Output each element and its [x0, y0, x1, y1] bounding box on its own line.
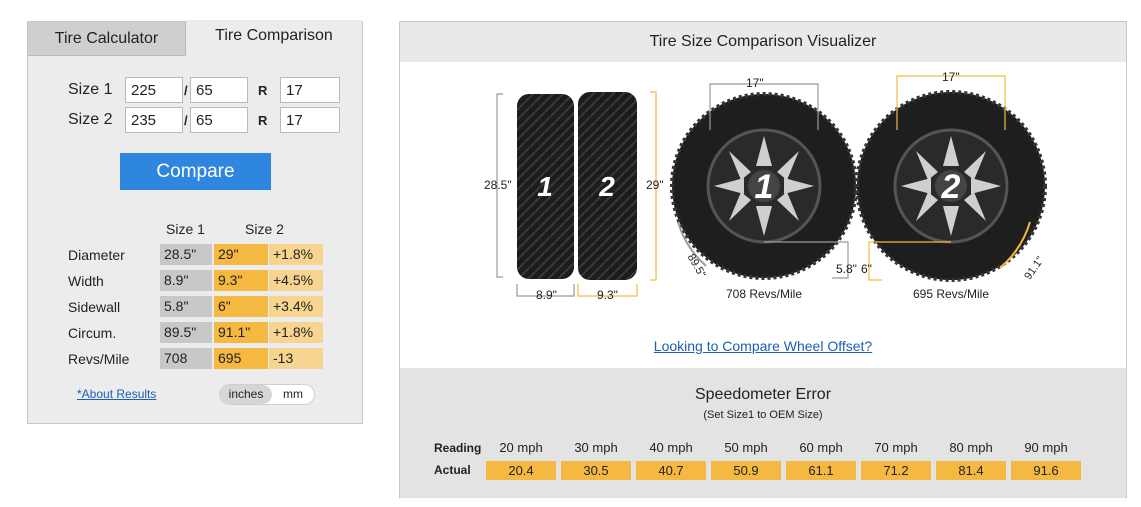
result-size1-value: 708 — [160, 348, 212, 369]
wheel2-diameter-label: 17" — [942, 70, 960, 84]
result-row-width: Width 8.9" 9.3" +4.5% — [68, 270, 328, 291]
result-label: Width — [68, 273, 104, 289]
size1-r-label: R — [258, 83, 268, 98]
tire2-circum-label: 91.1" — [1022, 254, 1046, 282]
result-size1-value: 89.5" — [160, 322, 212, 343]
reading-cell: 30 mph — [574, 440, 618, 455]
actual-cell: 40.7 — [636, 461, 706, 480]
wheel1-diameter-label: 17" — [746, 76, 764, 90]
visualizer-title: Tire Size Comparison Visualizer — [649, 33, 877, 50]
result-row-diameter: Diameter 28.5" 29" +1.8% — [68, 244, 328, 265]
result-row-sidewall: Sidewall 5.8" 6" +3.4% — [68, 296, 328, 317]
result-size2-value: 29" — [214, 244, 268, 265]
tire1-sidewall-label: 5.8" — [836, 262, 857, 276]
size2-width-input[interactable] — [125, 107, 183, 133]
tab-tire-comparison[interactable]: Tire Comparison — [186, 20, 362, 56]
actual-cell: 50.9 — [711, 461, 781, 480]
result-size2-value: 9.3" — [214, 270, 268, 291]
result-difference: +3.4% — [269, 296, 323, 317]
reading-cell: 20 mph — [499, 440, 543, 455]
compare-button[interactable]: Compare — [120, 153, 271, 190]
actual-cell: 30.5 — [561, 461, 631, 480]
results-header-size2: Size 2 — [245, 221, 284, 237]
tire1-height-label: 28.5" — [484, 178, 512, 192]
tire2-height-label: 29" — [646, 178, 664, 192]
reading-cell: 40 mph — [649, 440, 693, 455]
tire1-side-number: 1 — [537, 171, 553, 202]
speedometer-error-section: Speedometer Error (Set Size1 to OEM Size… — [400, 368, 1126, 498]
tire-visualizer-panel: Tire Size Comparison Visualizer 1 2 28.5… — [399, 21, 1127, 498]
unit-toggle: inches mm — [219, 384, 315, 405]
actual-cell: 71.2 — [861, 461, 931, 480]
size2-label: Size 2 — [68, 111, 113, 128]
size1-label: Size 1 — [68, 81, 113, 98]
actual-cell: 91.6 — [1011, 461, 1081, 480]
result-size1-value: 8.9" — [160, 270, 212, 291]
tab-bar: Tire Calculator Tire Comparison — [28, 20, 362, 56]
result-label: Circum. — [68, 325, 117, 341]
tire1-circum-label: 89.5" — [685, 252, 708, 280]
tire-comparison-graphic: 1 2 28.5" 29" 8.9" 9.3" 1 17" 5.8" 89.5"… — [484, 70, 1047, 302]
result-difference: -13 — [269, 348, 323, 369]
result-size1-value: 28.5" — [160, 244, 212, 265]
actual-cell: 20.4 — [486, 461, 556, 480]
tire1-front-view: 1 — [670, 83, 858, 280]
wheel-offset-link[interactable]: Looking to Compare Wheel Offset? — [400, 338, 1126, 354]
result-size1-value: 5.8" — [160, 296, 212, 317]
result-difference: +1.8% — [269, 244, 323, 265]
size2-slash: / — [184, 113, 188, 128]
tire2-side-number: 2 — [598, 171, 615, 202]
result-row-circumference: Circum. 89.5" 91.1" +1.8% — [68, 322, 328, 343]
tire1-revs-label: 708 Revs/Mile — [726, 287, 802, 301]
actual-row-label: Actual — [434, 463, 471, 477]
result-size2-value: 91.1" — [214, 322, 268, 343]
tire2-revs-label: 695 Revs/Mile — [913, 287, 989, 301]
size2-row: Size 2 / R — [68, 107, 340, 133]
reading-row-label: Reading — [434, 441, 482, 455]
result-difference: +4.5% — [269, 270, 323, 291]
size1-row: Size 1 / R — [68, 77, 340, 103]
size2-aspect-input[interactable] — [190, 107, 248, 133]
size1-diameter-input[interactable] — [280, 77, 340, 103]
size1-slash: / — [184, 83, 188, 98]
size2-r-label: R — [258, 113, 268, 128]
reading-cell: 80 mph — [949, 440, 993, 455]
result-size2-value: 695 — [214, 348, 268, 369]
reading-cell: 90 mph — [1024, 440, 1068, 455]
reading-cell: 70 mph — [874, 440, 918, 455]
reading-cell: 60 mph — [799, 440, 843, 455]
result-row-revs-per-mile: Revs/Mile 708 695 -13 — [68, 348, 328, 369]
tab-tire-calculator[interactable]: Tire Calculator — [28, 22, 186, 56]
results-header-size1: Size 1 — [166, 221, 205, 237]
actual-cell: 61.1 — [786, 461, 856, 480]
size2-diameter-input[interactable] — [280, 107, 340, 133]
result-difference: +1.8% — [269, 322, 323, 343]
result-size2-value: 6" — [214, 296, 268, 317]
speedometer-subtitle: (Set Size1 to OEM Size) — [703, 409, 823, 421]
result-label: Diameter — [68, 247, 125, 263]
tire1-width-label: 8.9" — [536, 288, 557, 302]
tire2-front-view: 2 — [855, 75, 1047, 282]
result-label: Revs/Mile — [68, 351, 130, 367]
tire2-side-view: 2 — [578, 92, 637, 280]
tire2-front-number: 2 — [941, 168, 961, 206]
unit-mm-option[interactable]: mm — [272, 385, 314, 404]
result-label: Sidewall — [68, 299, 121, 315]
speedometer-title: Speedometer Error — [694, 386, 832, 403]
size1-aspect-input[interactable] — [190, 77, 248, 103]
actual-cell: 81.4 — [936, 461, 1006, 480]
visualizer-stage: 1 2 28.5" 29" 8.9" 9.3" 1 17" 5.8" 89.5"… — [400, 62, 1126, 368]
unit-inches-option[interactable]: inches — [220, 385, 272, 404]
tire2-width-label: 9.3" — [597, 288, 618, 302]
tire1-side-view: 1 — [517, 94, 574, 279]
about-results-link[interactable]: *About Results — [77, 387, 156, 401]
tire-calculator-panel: Tire Calculator Tire Comparison Size 1 /… — [27, 20, 363, 424]
reading-cell: 50 mph — [724, 440, 768, 455]
size1-width-input[interactable] — [125, 77, 183, 103]
tire2-sidewall-label: 6" — [861, 262, 872, 276]
tire1-front-number: 1 — [755, 168, 774, 206]
